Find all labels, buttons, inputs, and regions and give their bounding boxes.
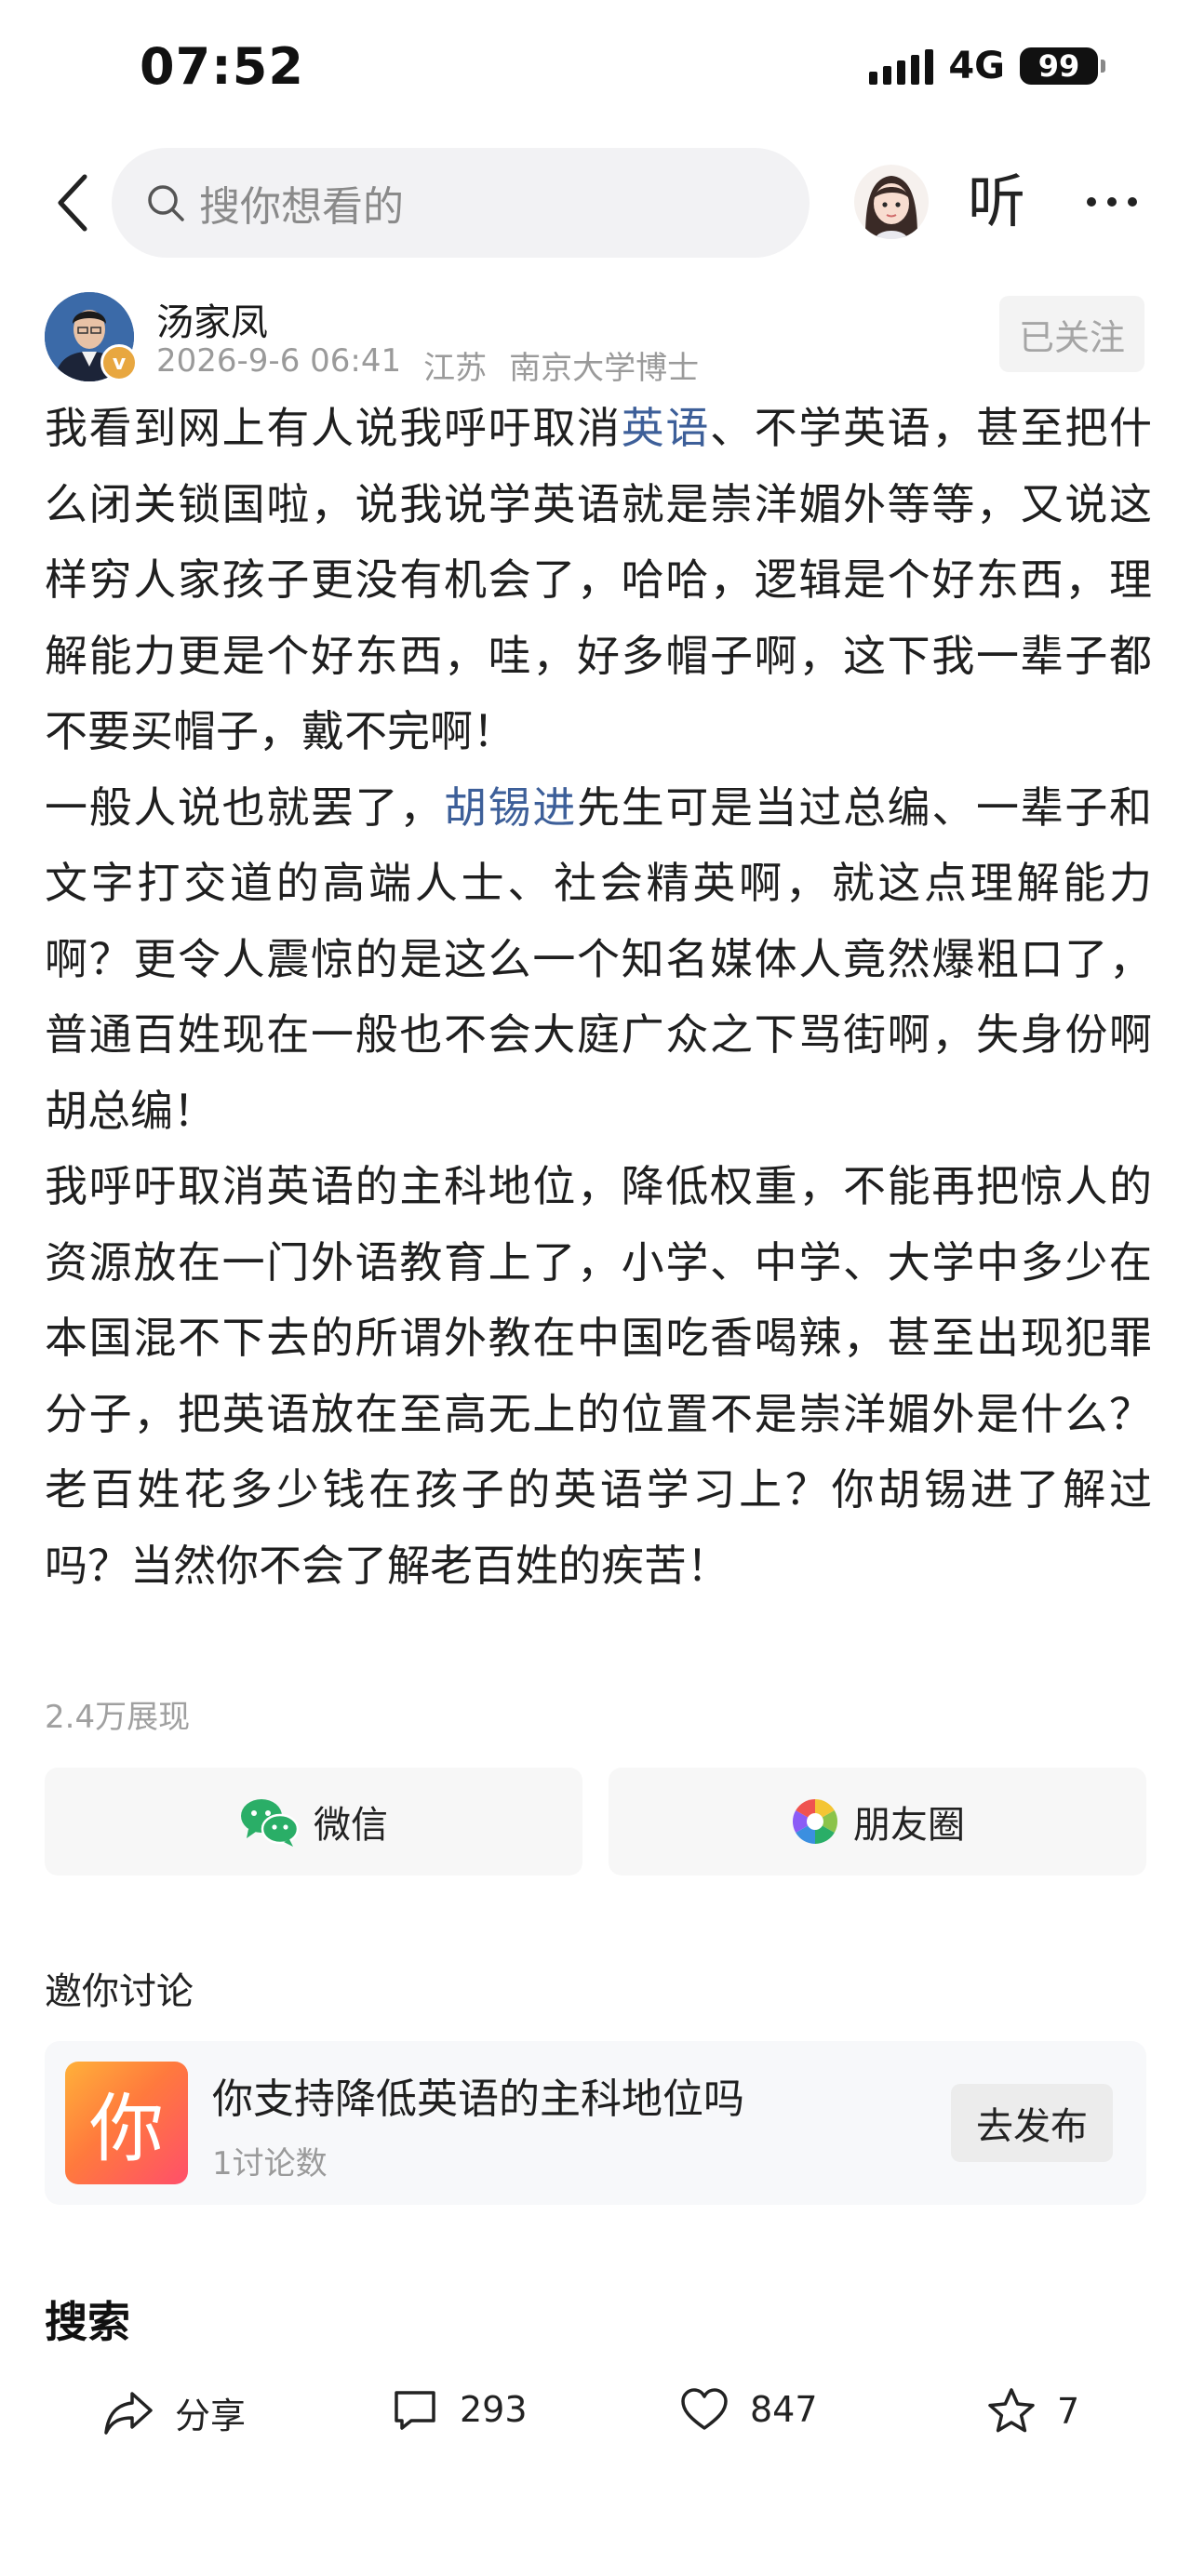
share-label: 分享 xyxy=(175,2396,247,2436)
discussion-card[interactable]: 你 你支持降低英语的主科地位吗 1讨论数 去发布 xyxy=(45,2041,1146,2205)
topic-link[interactable]: 英语 xyxy=(622,403,710,453)
text-segment: 先生可是当过总编、一辈子和文字打交道的高端人士、社会精英啊，就这点理解能力啊？更… xyxy=(45,781,1153,1136)
share-arrow-icon xyxy=(104,2391,153,2435)
like-button[interactable]: 847 xyxy=(679,2387,818,2432)
search-section-heading: 搜索 xyxy=(45,2297,130,2347)
network-type: 4G xyxy=(948,45,1005,87)
author-meta: 2026-9-6 06:41 江苏 南京大学博士 xyxy=(156,342,699,388)
more-options-button[interactable] xyxy=(1075,165,1149,239)
like-count: 847 xyxy=(750,2389,818,2430)
share-wechat-label: 微信 xyxy=(314,1804,388,1847)
comment-icon xyxy=(395,2391,435,2430)
star-icon xyxy=(988,2388,1035,2433)
text-segment: 一般人说也就罢了， xyxy=(45,781,444,833)
more-dot-icon xyxy=(1128,197,1137,207)
battery-icon: 99 xyxy=(1020,47,1105,85)
discussion-topic[interactable]: 你支持降低英语的主科地位吗 xyxy=(212,2065,744,2125)
search-placeholder: 搜你想看的 xyxy=(199,183,404,231)
discussion-heading: 邀你讨论 xyxy=(45,1970,194,2013)
post-location: 江苏 xyxy=(423,350,488,387)
heart-icon xyxy=(681,2388,728,2430)
comment-button[interactable]: 293 xyxy=(391,2387,528,2432)
share-button[interactable]: 分享 xyxy=(102,2387,246,2438)
favorite-count: 7 xyxy=(1057,2391,1080,2432)
top-nav-bar: 搜你想看的 听 xyxy=(0,144,1191,265)
share-moments-label: 朋友圈 xyxy=(853,1804,965,1847)
discussion-count: 1讨论数 xyxy=(212,2145,328,2182)
share-moments-button[interactable]: 朋友圈 xyxy=(609,1768,1146,1875)
avatar-girl-icon xyxy=(854,165,929,239)
more-dot-icon xyxy=(1107,197,1117,207)
wechat-icon xyxy=(241,1799,300,1847)
comment-count: 293 xyxy=(460,2389,528,2430)
follow-button[interactable]: 已关注 xyxy=(999,296,1144,372)
signal-icon xyxy=(869,47,934,85)
paragraph: 一般人说也就罢了，胡锡进先生可是当过总编、一辈子和文字打交道的高端人士、社会精英… xyxy=(45,770,1152,1150)
bottom-action-bar: 分享 293 847 7 xyxy=(0,2363,1191,2465)
discussion-topic-icon: 你 xyxy=(65,2062,188,2184)
status-time: 07:52 xyxy=(140,37,304,96)
paragraph: 我呼吁取消英语的主科地位，降低权重，不能再把惊人的资源放在一门外语教育上了，小学… xyxy=(45,1161,1152,1591)
share-wechat-button[interactable]: 微信 xyxy=(45,1768,582,1875)
author-title: 南京大学博士 xyxy=(509,350,700,387)
view-count: 2.4万展现 xyxy=(45,1699,191,1736)
search-icon xyxy=(148,185,184,221)
text-segment: 、不学英语，甚至把什么闭关锁国啦，说我说学英语就是崇洋媚外等等，又说这样穷人家孩… xyxy=(45,403,1153,756)
author-name[interactable]: 汤家凤 xyxy=(156,292,268,346)
listen-button[interactable]: 听 xyxy=(968,165,1025,239)
favorite-button[interactable]: 7 xyxy=(986,2387,1079,2436)
person-link[interactable]: 胡锡进 xyxy=(444,782,577,833)
status-indicators: 4G 99 xyxy=(869,45,1105,87)
author-row: v 汤家凤 2026-9-6 06:41 江苏 南京大学博士 已关注 xyxy=(0,288,1191,391)
verified-badge-icon: v xyxy=(100,344,138,381)
paragraph: 我看到网上有人说我呼吁取消英语、不学英语，甚至把什么闭关锁国啦，说我说学英语就是… xyxy=(45,391,1152,770)
chevron-left-icon xyxy=(58,174,87,232)
status-bar: 07:52 4G 99 xyxy=(0,0,1191,140)
assistant-avatar[interactable] xyxy=(854,165,929,239)
post-body: 我看到网上有人说我呼吁取消英语、不学英语，甚至把什么闭关锁国啦，说我说学英语就是… xyxy=(45,391,1152,1604)
more-dot-icon xyxy=(1087,197,1096,207)
moments-icon xyxy=(792,1799,838,1844)
share-row: 微信 朋友圈 xyxy=(45,1768,1146,1875)
battery-level: 99 xyxy=(1037,48,1080,84)
back-button[interactable] xyxy=(41,170,106,235)
search-input[interactable]: 搜你想看的 xyxy=(112,148,810,258)
publish-button[interactable]: 去发布 xyxy=(951,2084,1113,2162)
post-date: 2026-9-6 06:41 xyxy=(156,342,402,380)
text-segment: 我看到网上有人说我呼吁取消 xyxy=(45,403,622,453)
